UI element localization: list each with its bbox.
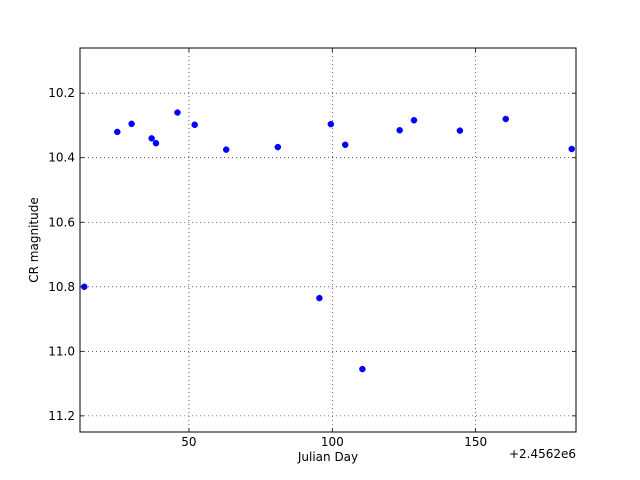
y-tick-label: 11.0 [48,344,75,358]
data-point [456,127,464,134]
data-point [502,115,510,123]
data-point [327,120,335,128]
x-tick-label: 50 [181,435,196,449]
data-point [128,120,135,128]
scatter-chart: 50 100 150 10.2 10.4 10.6 10.8 11.0 11.2 Julian … [27,47,577,464]
data-point [316,294,323,302]
data-point [174,109,181,116]
y-tick-label: 10.2 [48,86,75,100]
data-point [274,143,282,151]
data-point [396,127,403,134]
x-axis-label: Julian Day [297,450,358,464]
y-tick-label: 10.8 [48,280,75,294]
x-tick-label: 150 [464,435,487,449]
y-axis-label: CR magnitude [27,197,41,282]
data-point [148,135,155,142]
y-tick-label: 11.2 [48,409,75,423]
data-point [410,117,418,124]
data-point [568,145,575,153]
data-point [152,139,160,147]
x-tick-label: 100 [321,435,344,449]
data-point [359,365,366,373]
plot-background [80,48,576,432]
data-point [114,128,121,136]
y-tick-label: 10.4 [48,151,75,165]
data-point [341,141,349,149]
x-offset-label: +2.4562e6 [509,447,576,461]
data-point [191,121,198,129]
y-tick-label: 10.6 [48,215,75,229]
data-point [222,146,230,153]
